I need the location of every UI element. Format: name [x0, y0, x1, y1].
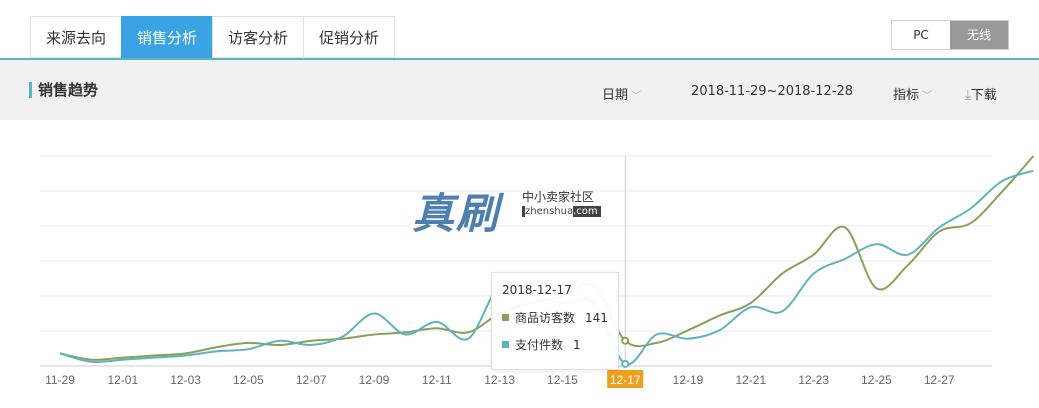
x-tick-label: 12-21 [735, 373, 766, 387]
x-tick-label: 12-23 [798, 373, 829, 387]
device-pc-button[interactable]: PC [892, 21, 950, 49]
watermark-domain-b: .com [573, 206, 598, 217]
title-accent-bar [29, 82, 32, 98]
tooltip-value: 1 [573, 337, 581, 352]
x-tick-label: 12-15 [547, 373, 578, 387]
watermark-big: 真刷 [412, 189, 501, 238]
tooltip-date: 2018-12-17 [502, 283, 572, 297]
tooltip-label: 商品访客数 [515, 311, 576, 325]
metric-dropdown-label: 指标 [893, 88, 920, 103]
x-tick-label: 12-03 [170, 373, 201, 387]
download-label: 下载 [970, 88, 997, 103]
device-switch: PC 无线 [891, 20, 1009, 50]
tooltip-row: 商品访客数 141 [502, 309, 608, 326]
top-tab-bar: 来源去向 销售分析 访客分析 促销分析 PC 无线 [0, 0, 1039, 60]
date-dropdown-label: 日期 [602, 88, 629, 103]
legend-swatch-payments [502, 341, 509, 348]
tooltip-value: 141 [585, 310, 608, 325]
x-tick-label: 12-11 [422, 373, 452, 387]
tooltip-label: 支付件数 [515, 338, 564, 352]
x-tick-label: 12-19 [673, 373, 704, 387]
watermark-logo: 真刷 中小卖家社区 zhenshua.com [412, 180, 601, 241]
x-tick-label: 12-01 [107, 373, 138, 387]
watermark-domain-a: zhenshua [525, 206, 574, 217]
tooltip-row: 支付件数 1 [502, 336, 608, 353]
tab-promotion[interactable]: 促销分析 [303, 16, 396, 58]
highlight-point [621, 359, 630, 368]
x-tick-label: 12-13 [484, 373, 515, 387]
tab-source[interactable]: 来源去向 [30, 16, 122, 58]
x-tick-label: 12-09 [359, 373, 390, 387]
tab-list: 来源去向 销售分析 访客分析 促销分析 [30, 16, 396, 59]
watermark-small: 中小卖家社区 [522, 190, 595, 204]
chevron-down-icon: ﹀ [631, 91, 642, 102]
x-tick-label: 12-25 [861, 373, 892, 387]
date-dropdown[interactable]: 日期 ﹀ [602, 84, 641, 103]
x-tick-label: 12-27 [924, 373, 955, 387]
device-wireless-button[interactable]: 无线 [950, 21, 1008, 49]
x-tick-label: 12-17 [610, 373, 641, 387]
x-tick-label: 12-07 [296, 373, 327, 387]
legend-swatch-visitors [502, 314, 509, 321]
chart-tooltip: 2018-12-17 商品访客数 141 支付件数 1 [491, 272, 619, 370]
x-tick-label: 11-29 [45, 373, 75, 387]
tab-visitors[interactable]: 访客分析 [212, 16, 304, 58]
date-range-picker[interactable]: 2018-11-29~2018-12-28 [691, 84, 853, 99]
watermark-domain: zhenshua.com [522, 206, 601, 217]
chevron-down-icon: ﹀ [922, 91, 933, 102]
x-tick-label: 12-05 [233, 373, 264, 387]
section-title: 销售趋势 [38, 81, 99, 99]
tab-sales[interactable]: 销售分析 [121, 16, 213, 58]
section-header: 销售趋势 日期 ﹀ 2018-11-29~2018-12-28 指标 ﹀ ⤓下载 [0, 60, 1039, 120]
download-button[interactable]: ⤓下载 [965, 84, 997, 103]
metric-dropdown[interactable]: 指标 ﹀ [893, 84, 932, 103]
highlight-point [621, 336, 630, 345]
